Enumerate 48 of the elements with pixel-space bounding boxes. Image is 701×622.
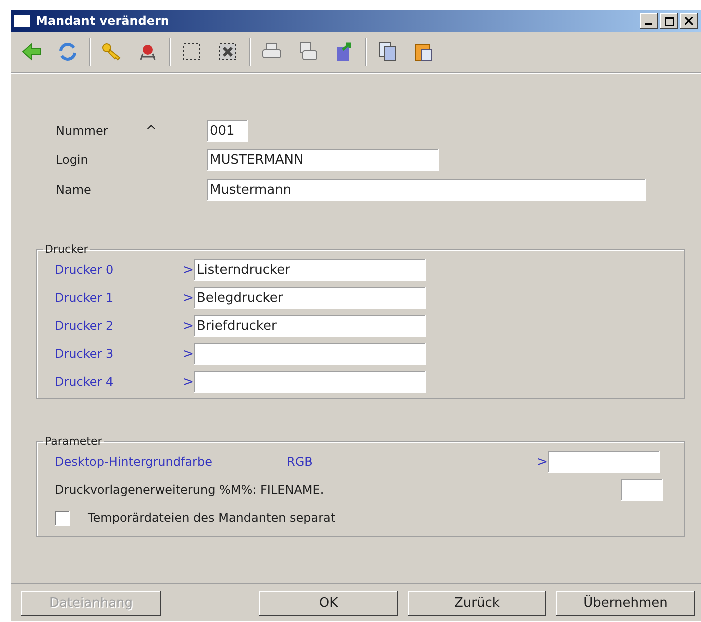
lookup-arrow[interactable]: > — [182, 374, 194, 390]
checkbox[interactable] — [55, 510, 70, 526]
text-field[interactable]: Mustermann — [207, 179, 646, 201]
close-icon — [685, 17, 693, 25]
printer-label[interactable]: Drucker 0 — [55, 263, 182, 277]
back-arrow-icon[interactable] — [21, 41, 43, 63]
lookup-arrow[interactable]: > — [182, 346, 194, 362]
group-title: Parameter — [44, 435, 104, 448]
lookup-arrow[interactable]: > — [182, 290, 194, 306]
printer-label[interactable]: Drucker 3 — [55, 347, 182, 361]
delete-icon[interactable] — [217, 41, 239, 63]
color-field[interactable] — [548, 451, 660, 473]
printer-field[interactable]: Briefdrucker — [194, 315, 426, 337]
printer-label[interactable]: Drucker 2 — [55, 319, 182, 333]
group-title: Drucker — [44, 243, 90, 256]
lookup-arrow[interactable]: > — [536, 454, 548, 470]
refresh-icon[interactable] — [57, 41, 79, 63]
dialog-button[interactable]: OK — [259, 590, 398, 616]
parameter-label[interactable]: Desktop-Hintergrundfarbe — [55, 455, 287, 469]
printer-field[interactable]: Belegdrucker — [194, 287, 426, 309]
unit-label: RGB — [287, 455, 314, 469]
minimize-button[interactable] — [640, 13, 658, 29]
printer-field[interactable]: Listerndrucker — [194, 259, 426, 281]
lookup-arrow[interactable]: > — [182, 262, 194, 278]
printer-label[interactable]: Drucker 4 — [55, 375, 182, 389]
dialog-button[interactable]: Zurück — [408, 590, 546, 616]
text-field[interactable]: 001 — [207, 120, 248, 142]
parameter-label: Druckvorlagenerweiterung %M%: FILENAME. — [55, 483, 326, 497]
sort-marker[interactable]: ^ — [146, 124, 207, 138]
window-title: Mandant verändern — [36, 14, 170, 28]
window-icon — [14, 15, 30, 27]
lookup-arrow[interactable]: > — [182, 318, 194, 334]
maximize-icon — [664, 16, 674, 26]
text-field[interactable]: MUSTERMANN — [207, 149, 439, 171]
printer-label[interactable]: Drucker 1 — [55, 291, 182, 305]
dashed-square-icon[interactable] — [181, 41, 203, 63]
copy-icon[interactable] — [377, 41, 399, 63]
extension-field[interactable] — [621, 479, 663, 501]
printer-field[interactable] — [194, 371, 426, 393]
checkbox-label: Temporärdateien des Mandanten separat — [88, 511, 337, 525]
field-label: Nummer — [56, 124, 110, 138]
maximize-button[interactable] — [660, 13, 678, 29]
printer-field[interactable] — [194, 343, 426, 365]
dialog-button[interactable]: Übernehmen — [556, 590, 695, 616]
close-button[interactable] — [680, 13, 698, 29]
field-label: Login — [56, 153, 90, 167]
field-label: Name — [56, 183, 92, 197]
key-icon[interactable] — [101, 41, 123, 63]
